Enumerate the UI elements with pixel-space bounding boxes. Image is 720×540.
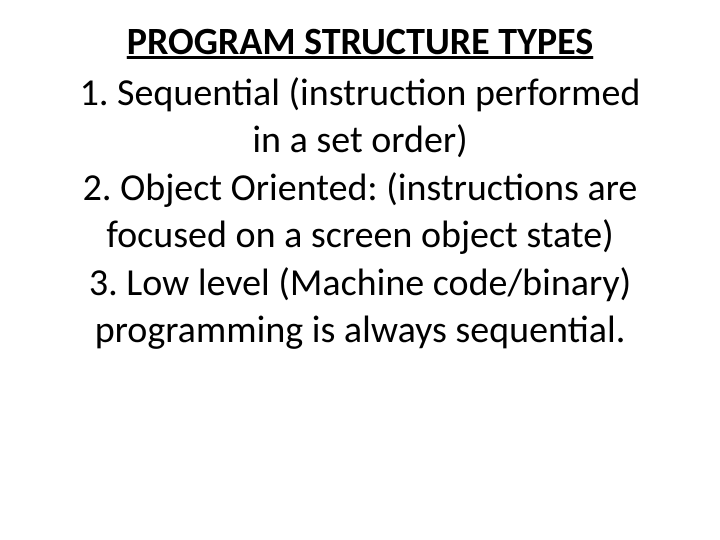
slide-title: PROGRAM STRUCTURE TYPES xyxy=(20,20,700,66)
body-line-3: 2. Object Oriented: (instructions are xyxy=(20,165,700,213)
body-line-4: focused on a screen object state) xyxy=(20,212,700,260)
body-line-6: programming is always sequential. xyxy=(20,307,700,355)
body-line-5: 3. Low level (Machine code/binary) xyxy=(20,260,700,308)
body-line-2: in a set order) xyxy=(20,117,700,165)
slide-content: PROGRAM STRUCTURE TYPES 1. Sequential (i… xyxy=(20,20,700,355)
body-line-1: 1. Sequential (instruction performed xyxy=(20,70,700,118)
